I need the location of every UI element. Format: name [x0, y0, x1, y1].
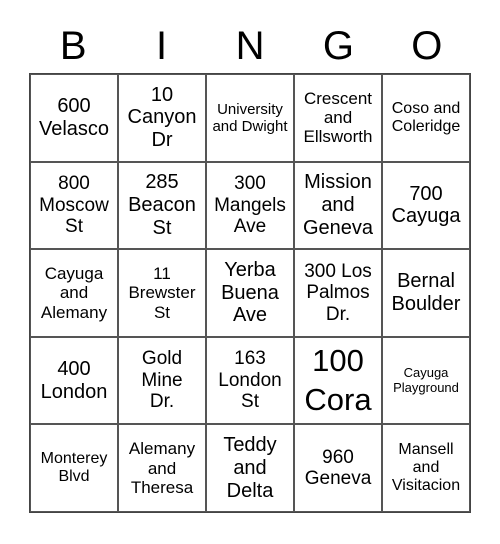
bingo-cell[interactable]: University and Dwight — [206, 74, 294, 162]
bingo-cell[interactable]: Crescent and Ellsworth — [294, 74, 382, 162]
cell-text: Monterey Blvd — [40, 449, 108, 486]
bingo-cell[interactable]: 300 Mangels Ave — [206, 161, 294, 250]
bingo-cell[interactable]: 800 Moscow St — [30, 161, 118, 250]
bingo-cell[interactable]: Cayuga and Alemany — [30, 249, 118, 337]
bingo-cell[interactable]: 600 Velasco — [30, 74, 118, 162]
bingo-cell[interactable]: Yerba Buena Ave — [206, 249, 294, 337]
bingo-grid: 600 Velasco 10 Canyon Dr University and … — [29, 73, 471, 513]
cell-text: Mansell and Visitacion — [391, 440, 461, 495]
header-letter-n: N — [235, 24, 265, 68]
header-letter-g: G — [322, 24, 354, 68]
bingo-cell[interactable]: 11 Brewster St — [118, 249, 206, 337]
bingo-cell[interactable]: Mansell and Visitacion — [382, 424, 470, 512]
bingo-cell[interactable]: 100 Cora — [294, 336, 382, 425]
cell-text: 800 Moscow St — [39, 172, 109, 238]
cell-text: 100 Cora — [304, 342, 372, 417]
cell-text: 700 Cayuga — [391, 182, 461, 228]
cell-text: 285 Beacon St — [128, 171, 196, 239]
cell-text: 163 London St — [218, 348, 282, 413]
cell-text: Bernal Boulder — [391, 270, 461, 315]
header-letter-o: O — [411, 24, 443, 68]
bingo-cell[interactable]: 10 Canyon Dr — [118, 74, 206, 162]
bingo-cell[interactable]: Cayuga Playground — [382, 336, 470, 425]
cell-text: Cayuga Playground — [393, 364, 459, 395]
cell-text: Crescent and Ellsworth — [303, 88, 373, 147]
cell-text: Yerba Buena Ave — [221, 258, 279, 327]
header-letter-i: I — [156, 24, 168, 68]
cell-text: 960 Geneva — [304, 446, 372, 490]
bingo-cell[interactable]: 163 London St — [206, 336, 294, 425]
cell-text: Alemany and Theresa — [128, 439, 196, 497]
cell-text: 300 Los Palmos Dr. — [304, 260, 372, 325]
cell-text: 10 Canyon Dr — [127, 83, 197, 152]
bingo-cell[interactable]: Teddy and Delta — [206, 424, 294, 512]
cell-text: Cayuga and Alemany — [40, 263, 108, 322]
bingo-cell[interactable]: Mission and Geneva — [294, 161, 382, 250]
cell-text: Teddy and Delta — [223, 433, 277, 502]
cell-text: University and Dwight — [212, 100, 288, 135]
bingo-cell[interactable]: Gold Mine Dr. — [118, 336, 206, 425]
header-letter-b: B — [59, 24, 87, 68]
cell-text: 300 Mangels Ave — [214, 172, 286, 238]
bingo-cell[interactable]: Monterey Blvd — [30, 424, 118, 512]
bingo-cell[interactable]: 300 Los Palmos Dr. — [294, 249, 382, 337]
bingo-cell[interactable]: 700 Cayuga — [382, 161, 470, 250]
bingo-cell[interactable]: Bernal Boulder — [382, 249, 470, 337]
cell-text: Gold Mine Dr. — [141, 348, 183, 413]
bingo-header: B I N G O — [29, 20, 471, 72]
bingo-cell[interactable]: 285 Beacon St — [118, 161, 206, 250]
bingo-cell[interactable]: 960 Geneva — [294, 424, 382, 512]
cell-text: 11 Brewster St — [128, 263, 196, 322]
cell-text: Mission and Geneva — [302, 171, 374, 239]
cell-text: Coso and Coleridge — [391, 99, 461, 135]
bingo-cell[interactable]: 400 London — [30, 336, 118, 425]
bingo-cell[interactable]: Coso and Coleridge — [382, 74, 470, 162]
cell-text: 400 London — [40, 357, 108, 403]
cell-text: 600 Velasco — [38, 95, 110, 140]
bingo-cell[interactable]: Alemany and Theresa — [118, 424, 206, 512]
